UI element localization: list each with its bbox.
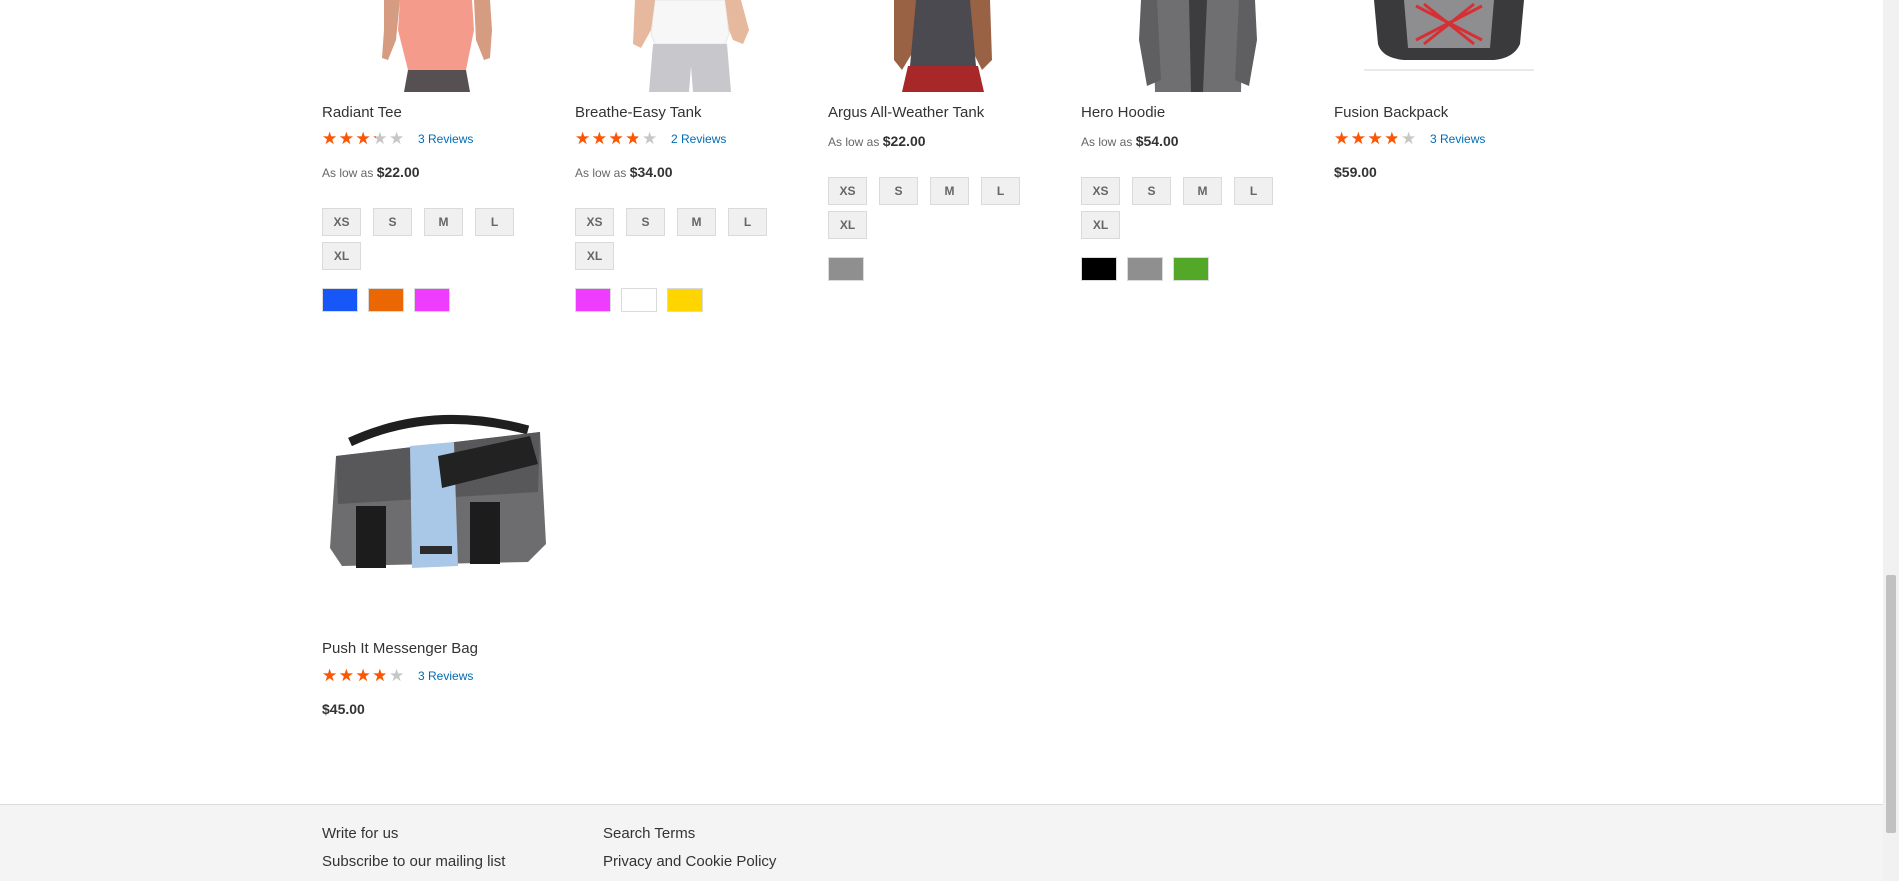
product-rating: ★★★★★★★★★★ 3 Reviews	[322, 667, 473, 685]
color-swatch-gray[interactable]	[828, 257, 864, 281]
product-price: As low as $34.00	[575, 164, 673, 180]
color-options	[575, 288, 703, 312]
color-swatch-yellow[interactable]	[667, 288, 703, 312]
product-card-hero-hoodie: Hero Hoodie As low as $54.00 XS S M L XL	[1081, 0, 1313, 281]
size-option[interactable]: M	[677, 208, 716, 236]
footer: Write for us Subscribe to our mailing li…	[0, 804, 1883, 881]
reviews-link[interactable]: 3 Reviews	[418, 669, 473, 683]
product-photo[interactable]	[828, 0, 1060, 92]
color-options	[828, 257, 864, 281]
product-name[interactable]: Radiant Tee	[322, 104, 402, 121]
price-prefix: As low as	[575, 166, 627, 180]
color-swatch-purple[interactable]	[575, 288, 611, 312]
rating-stars: ★★★★★★★★★★	[322, 129, 406, 148]
product-card-argus-all-weather-tank: Argus All-Weather Tank As low as $22.00 …	[828, 0, 1060, 281]
size-option[interactable]: M	[930, 177, 969, 205]
product-photo[interactable]	[322, 396, 554, 626]
product-price: $45.00	[322, 701, 365, 717]
product-photo[interactable]	[1334, 0, 1566, 92]
price-value: $59.00	[1334, 164, 1377, 180]
color-swatch-gray[interactable]	[1127, 257, 1163, 281]
reviews-link[interactable]: 3 Reviews	[418, 132, 473, 146]
rating-stars: ★★★★★★★★★★	[1334, 129, 1418, 148]
rating-stars: ★★★★★★★★★★	[322, 666, 406, 685]
color-swatch-black[interactable]	[1081, 257, 1117, 281]
price-value: $54.00	[1135, 133, 1179, 149]
product-name[interactable]: Argus All-Weather Tank	[828, 104, 984, 121]
size-option[interactable]: M	[424, 208, 463, 236]
product-photo[interactable]	[575, 0, 807, 92]
product-photo[interactable]	[1081, 0, 1313, 92]
size-options: XS S M L XL	[575, 208, 807, 270]
price-prefix: As low as	[828, 135, 880, 149]
size-option[interactable]: L	[1234, 177, 1273, 205]
size-options: XS S M L XL	[1081, 177, 1313, 239]
product-card-push-it-messenger-bag	[322, 396, 554, 626]
size-option[interactable]: L	[981, 177, 1020, 205]
product-photo[interactable]	[322, 0, 554, 92]
page: Radiant Tee ★★★★★★★★★★ 3 Reviews As low …	[0, 0, 1883, 881]
size-option[interactable]: XL	[828, 211, 867, 239]
rating-stars: ★★★★★★★★★★	[575, 129, 659, 148]
price-prefix: As low as	[1081, 135, 1133, 149]
product-price: $59.00	[1334, 164, 1377, 180]
product-price: As low as $54.00	[1081, 133, 1179, 149]
product-card-breathe-easy-tank: Breathe-Easy Tank ★★★★★★★★★★ 2 Reviews A…	[575, 0, 807, 312]
size-option[interactable]: S	[879, 177, 918, 205]
vertical-scrollbar[interactable]	[1883, 0, 1899, 881]
footer-link-write-for-us[interactable]: Write for us	[322, 825, 398, 842]
size-option[interactable]: XS	[575, 208, 614, 236]
reviews-link[interactable]: 3 Reviews	[1430, 132, 1485, 146]
footer-link-subscribe[interactable]: Subscribe to our mailing list	[322, 853, 505, 870]
product-rating: ★★★★★★★★★★ 2 Reviews	[575, 130, 726, 148]
color-options	[1081, 257, 1209, 281]
color-swatch-green[interactable]	[1173, 257, 1209, 281]
size-option[interactable]: XS	[828, 177, 867, 205]
scrollbar-thumb[interactable]	[1886, 575, 1896, 833]
color-swatch-purple[interactable]	[414, 288, 450, 312]
price-value: $34.00	[629, 164, 673, 180]
color-options	[322, 288, 450, 312]
price-prefix: As low as	[322, 166, 374, 180]
size-option[interactable]: M	[1183, 177, 1222, 205]
color-swatch-orange[interactable]	[368, 288, 404, 312]
size-option[interactable]: L	[475, 208, 514, 236]
size-option[interactable]: S	[373, 208, 412, 236]
size-option[interactable]: S	[1132, 177, 1171, 205]
product-rating: ★★★★★★★★★★ 3 Reviews	[322, 130, 473, 148]
price-value: $22.00	[882, 133, 926, 149]
size-option[interactable]: S	[626, 208, 665, 236]
footer-link-search-terms[interactable]: Search Terms	[603, 825, 695, 842]
product-name[interactable]: Breathe-Easy Tank	[575, 104, 701, 121]
color-swatch-blue[interactable]	[322, 288, 358, 312]
product-card-radiant-tee: Radiant Tee ★★★★★★★★★★ 3 Reviews As low …	[322, 0, 554, 312]
size-options: XS S M L XL	[322, 208, 554, 270]
footer-link-privacy-policy[interactable]: Privacy and Cookie Policy	[603, 853, 776, 870]
size-option[interactable]: XS	[322, 208, 361, 236]
product-card-fusion-backpack: Fusion Backpack ★★★★★★★★★★ 3 Reviews $59…	[1334, 0, 1566, 180]
product-rating: ★★★★★★★★★★ 3 Reviews	[1334, 130, 1485, 148]
size-option[interactable]: XL	[1081, 211, 1120, 239]
size-option[interactable]: XL	[575, 242, 614, 270]
price-value: $22.00	[376, 164, 420, 180]
size-options: XS S M L XL	[828, 177, 1060, 239]
reviews-link[interactable]: 2 Reviews	[671, 132, 726, 146]
size-option[interactable]: XL	[322, 242, 361, 270]
product-price: As low as $22.00	[322, 164, 420, 180]
size-option[interactable]: L	[728, 208, 767, 236]
size-option[interactable]: XS	[1081, 177, 1120, 205]
product-name[interactable]: Push It Messenger Bag	[322, 640, 478, 657]
product-name[interactable]: Hero Hoodie	[1081, 104, 1165, 121]
product-name[interactable]: Fusion Backpack	[1334, 104, 1448, 121]
product-price: As low as $22.00	[828, 133, 926, 149]
color-swatch-white[interactable]	[621, 288, 657, 312]
